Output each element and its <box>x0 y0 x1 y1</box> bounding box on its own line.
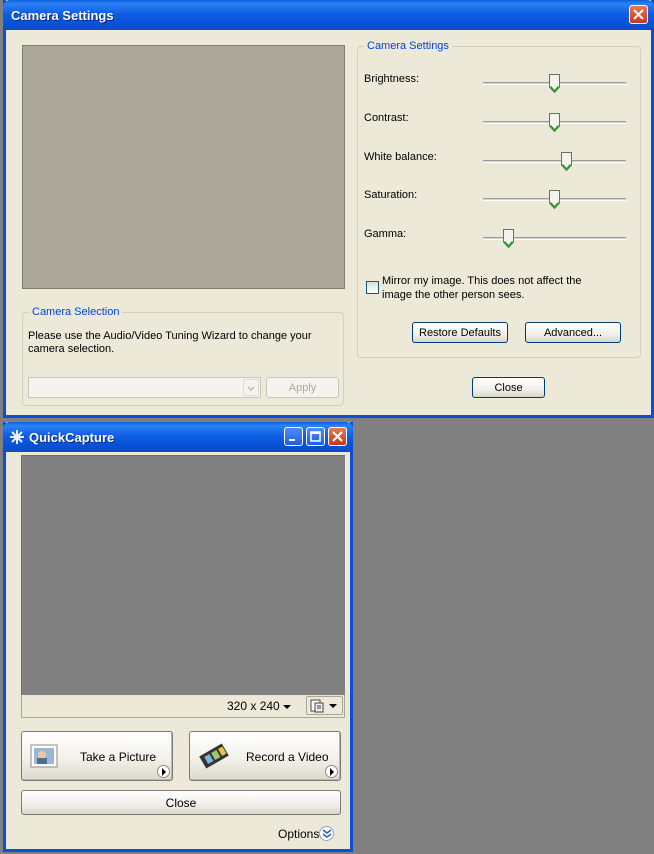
group-title: Camera Selection <box>29 306 123 318</box>
camera-preview <box>22 45 345 289</box>
apply-button[interactable]: Apply <box>266 377 339 398</box>
slider-label: White balance: <box>364 151 437 163</box>
advanced-button[interactable]: Advanced... <box>525 322 621 343</box>
record-video-label: Record a Video <box>246 750 329 764</box>
expand-arrow-icon[interactable] <box>157 765 170 778</box>
group-title: Camera Settings <box>364 40 452 52</box>
options-expand-button[interactable] <box>319 826 334 841</box>
maximize-icon <box>310 431 321 442</box>
properties-icon <box>310 699 324 713</box>
take-picture-label: Take a Picture <box>80 750 157 764</box>
slider-thumb[interactable] <box>549 113 560 132</box>
slider-track[interactable] <box>483 160 626 163</box>
camera-settings-group: Camera Settings <box>357 40 641 358</box>
minimize-button[interactable] <box>284 427 303 446</box>
close-button[interactable]: Close <box>472 377 545 398</box>
app-star-icon <box>10 430 24 444</box>
photo-icon <box>30 744 58 768</box>
chevron-down-icon <box>247 386 255 392</box>
mirror-checkbox[interactable] <box>366 281 379 294</box>
window-title: Camera Settings <box>11 8 114 23</box>
record-video-button[interactable]: Record a Video <box>189 731 341 781</box>
close-button[interactable]: Close <box>21 790 341 815</box>
chevron-down-icon <box>283 705 292 709</box>
camera-select-dropdown[interactable] <box>28 377 261 398</box>
preview-toolbar: 320 x 240 <box>21 695 345 718</box>
selection-text-line2: camera selection. <box>28 343 115 355</box>
window-title: QuickCapture <box>29 430 115 445</box>
resolution-value: 320 x 240 <box>227 699 280 713</box>
slider-thumb[interactable] <box>503 229 514 248</box>
chevron-down-icon <box>329 704 337 708</box>
maximize-button[interactable] <box>306 427 325 446</box>
slider-thumb[interactable] <box>561 152 572 171</box>
slider-label: Saturation: <box>364 189 418 201</box>
close-icon <box>633 9 644 20</box>
slider-label: Gamma: <box>364 228 407 240</box>
slider-label: Contrast: <box>364 112 409 124</box>
camera-options-button[interactable] <box>306 696 343 715</box>
mirror-label-line1: Mirror my image. This does not affect th… <box>382 275 582 287</box>
mirror-label-line2: image the other person sees. <box>382 289 525 301</box>
video-preview <box>21 455 345 700</box>
quickcapture-titlebar[interactable]: QuickCapture <box>3 422 353 452</box>
slider-thumb[interactable] <box>549 74 560 93</box>
resolution-dropdown[interactable]: 320 x 240 <box>227 699 292 713</box>
dropdown-button[interactable] <box>243 379 259 396</box>
restore-defaults-button[interactable]: Restore Defaults <box>412 322 508 343</box>
camera-settings-titlebar[interactable]: Camera Settings <box>3 0 654 30</box>
quickcapture-window: QuickCapture 320 x 240 Take a Picture Re… <box>3 422 353 852</box>
film-icon <box>199 743 229 769</box>
options-label[interactable]: Options <box>278 827 319 841</box>
slider-thumb[interactable] <box>549 190 560 209</box>
close-window-button[interactable] <box>629 5 648 24</box>
selection-text-line1: Please use the Audio/Video Tuning Wizard… <box>28 330 312 342</box>
camera-settings-window: Camera Settings Camera Settings Brightne… <box>3 0 654 418</box>
close-window-button[interactable] <box>328 427 347 446</box>
slider-label: Brightness: <box>364 73 420 85</box>
take-picture-button[interactable]: Take a Picture <box>21 731 173 781</box>
double-chevron-down-icon <box>322 829 332 838</box>
close-icon <box>332 431 343 442</box>
expand-arrow-icon[interactable] <box>325 765 338 778</box>
minimize-icon <box>289 439 295 441</box>
